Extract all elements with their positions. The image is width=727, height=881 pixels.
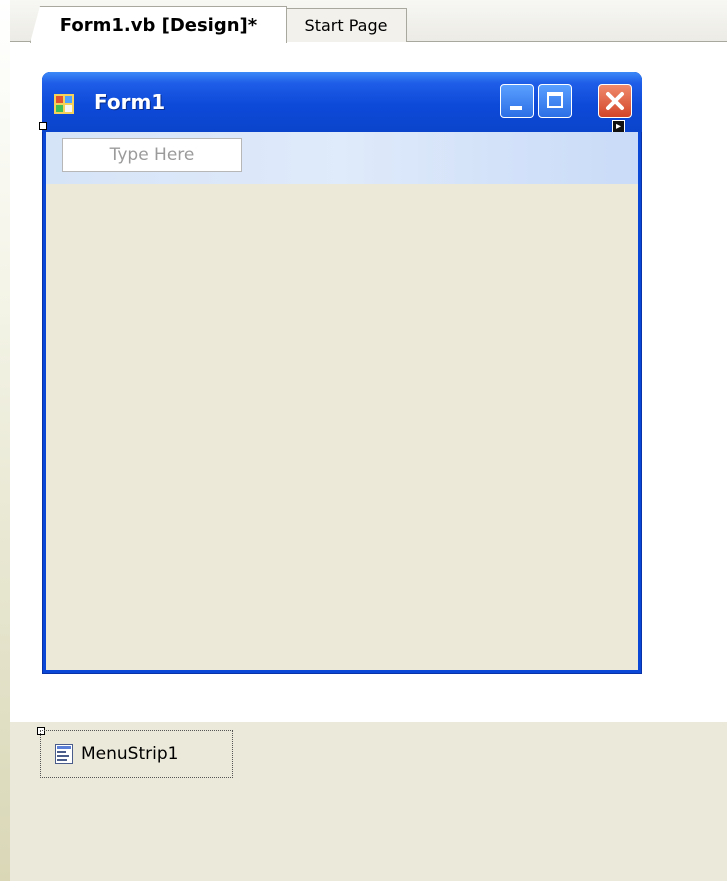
- tray-item-menustrip1[interactable]: MenuStrip1: [40, 730, 233, 778]
- component-tray: MenuStrip1: [10, 722, 727, 881]
- menu-strip[interactable]: Type Here: [46, 132, 638, 185]
- left-edge-strip: [0, 0, 10, 881]
- form-window[interactable]: Form1 ▸ Type Here: [42, 72, 642, 674]
- type-here-placeholder: Type Here: [109, 145, 195, 165]
- form-icon: [54, 94, 74, 114]
- tab-start-page[interactable]: Start Page: [285, 8, 407, 42]
- close-icon: [606, 92, 624, 110]
- tab-label: Start Page: [304, 16, 388, 35]
- close-button[interactable]: [598, 84, 632, 118]
- document-tab-bar: Form1.vb [Design]* Start Page: [10, 0, 727, 43]
- tray-item-label: MenuStrip1: [81, 744, 179, 764]
- form-title-bar[interactable]: Form1 ▸: [42, 72, 642, 133]
- tab-label: Form1.vb [Design]*: [59, 14, 258, 36]
- maximize-icon: [547, 92, 563, 108]
- form-title: Form1: [94, 90, 166, 114]
- minimize-icon: [510, 106, 522, 110]
- form-client-area[interactable]: [46, 184, 638, 670]
- menustrip-icon: [55, 744, 73, 764]
- minimize-button[interactable]: [500, 84, 534, 118]
- menu-type-here-box[interactable]: Type Here: [62, 138, 242, 172]
- maximize-button[interactable]: [538, 84, 572, 118]
- tab-form1-design[interactable]: Form1.vb [Design]*: [30, 6, 287, 43]
- selection-handle[interactable]: [39, 122, 47, 130]
